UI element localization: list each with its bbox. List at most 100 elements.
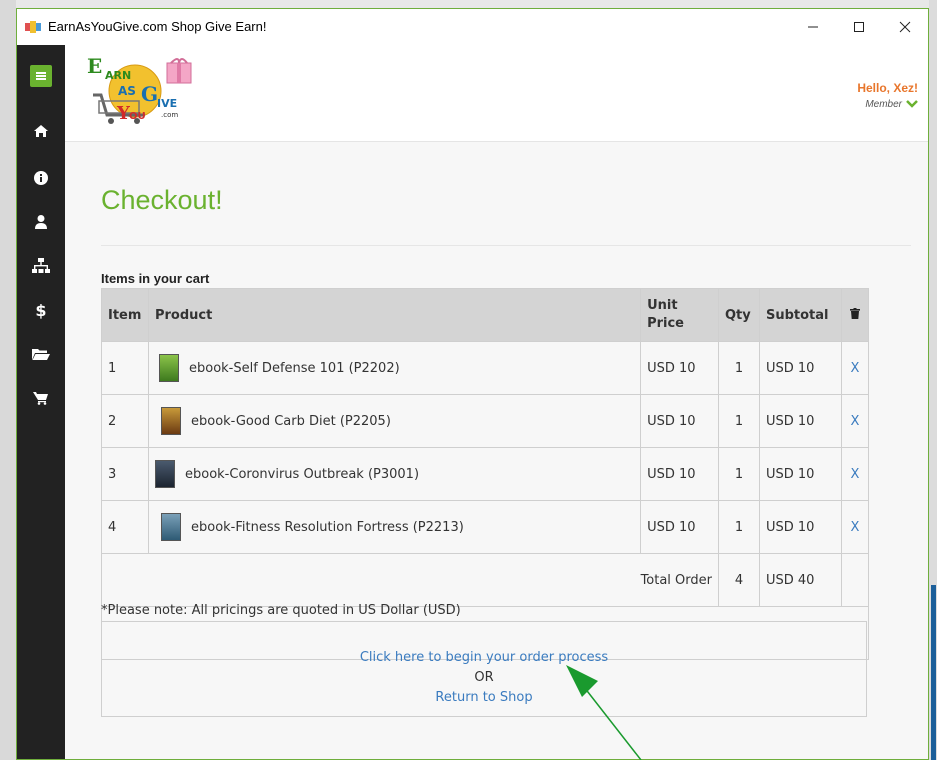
desktop-taskbar-edge xyxy=(931,585,936,760)
sidebar: $ xyxy=(17,45,65,759)
desktop-edge xyxy=(929,0,937,760)
unit-price: USD 10 xyxy=(640,500,719,554)
product-name[interactable]: ebook-Self Defense 101 (P2202) xyxy=(189,361,400,376)
product-cell: ebook-Fitness Resolution Fortress (P2213… xyxy=(147,500,642,554)
item-number: 1 xyxy=(101,341,149,395)
remove-item-button[interactable]: X xyxy=(840,341,870,395)
remove-item-button[interactable]: X xyxy=(840,447,870,501)
app-icon xyxy=(25,21,41,33)
table-row: 4 ebook-Fitness Resolution Fortress (P22… xyxy=(101,500,870,554)
table-header-row: Item Product Unit Price Qty Subtotal xyxy=(101,288,870,342)
browser-window: EarnAsYouGive.com Shop Give Earn! $ E AR… xyxy=(16,8,929,760)
page-title: Checkout! xyxy=(101,185,223,215)
column-header-subtotal: Subtotal xyxy=(758,288,842,342)
unit-price: USD 10 xyxy=(640,394,719,448)
sitemap-icon xyxy=(32,258,50,273)
remove-item-button[interactable]: X xyxy=(840,500,870,554)
order-actions-box: Click here to begin your order process O… xyxy=(101,621,867,717)
total-empty-cell xyxy=(840,553,870,607)
svg-text:OU: OU xyxy=(129,111,146,122)
divider xyxy=(101,245,911,246)
total-label: Total Order xyxy=(101,553,719,607)
folder-icon xyxy=(32,349,50,360)
maximize-button[interactable] xyxy=(836,9,882,45)
subtotal: USD 10 xyxy=(758,447,842,501)
quantity: 1 xyxy=(718,394,760,448)
menu-toggle-button[interactable] xyxy=(30,65,52,87)
svg-text:AS: AS xyxy=(118,84,136,98)
product-cell: ebook-Self Defense 101 (P2202) xyxy=(147,341,642,395)
sidebar-item-earnings[interactable]: $ xyxy=(31,300,51,320)
svg-text:.com: .com xyxy=(161,111,178,119)
hamburger-icon xyxy=(36,72,46,80)
product-name[interactable]: ebook-Coronvirus Outbreak (P3001) xyxy=(185,467,419,482)
product-thumbnail[interactable] xyxy=(160,513,181,541)
subtotal: USD 10 xyxy=(758,500,842,554)
sidebar-item-shop[interactable] xyxy=(31,389,51,407)
main-content: Checkout! Items in your cart Item Produc… xyxy=(65,141,928,759)
total-amount: USD 40 xyxy=(758,553,842,607)
svg-text:IVE: IVE xyxy=(157,97,177,110)
or-separator: OR xyxy=(474,670,494,685)
product-thumbnail[interactable] xyxy=(154,460,175,488)
window-title: EarnAsYouGive.com Shop Give Earn! xyxy=(48,19,267,34)
begin-order-link[interactable]: Click here to begin your order process xyxy=(102,648,866,668)
product-cell: ebook-Good Carb Diet (P2205) xyxy=(147,394,642,448)
sidebar-item-network[interactable] xyxy=(31,257,51,275)
close-icon xyxy=(899,21,911,33)
home-icon xyxy=(34,125,48,137)
column-header-item: Item xyxy=(101,288,149,342)
column-header-qty: Qty xyxy=(718,288,760,342)
svg-text:E: E xyxy=(87,57,102,78)
item-number: 3 xyxy=(101,447,149,501)
quantity: 1 xyxy=(718,447,760,501)
sidebar-item-files[interactable] xyxy=(31,345,51,363)
dollar-icon: $ xyxy=(35,300,47,320)
unit-price-label-line1: Unit xyxy=(647,298,678,313)
column-header-unit-price: Unit Price xyxy=(640,288,719,342)
info-icon xyxy=(34,171,48,185)
user-role: Member xyxy=(865,99,902,110)
minimize-button[interactable] xyxy=(790,9,836,45)
subtotal: USD 10 xyxy=(758,341,842,395)
user-greeting[interactable]: Hello, Xez! xyxy=(857,81,918,95)
minimize-icon xyxy=(808,26,818,28)
subtotal: USD 10 xyxy=(758,394,842,448)
sidebar-item-info[interactable] xyxy=(31,169,51,187)
total-quantity: 4 xyxy=(718,553,760,607)
product-name[interactable]: ebook-Fitness Resolution Fortress (P2213… xyxy=(191,520,464,535)
quantity: 1 xyxy=(718,500,760,554)
item-number: 2 xyxy=(101,394,149,448)
product-thumbnail[interactable] xyxy=(158,354,179,382)
product-thumbnail[interactable] xyxy=(160,407,181,435)
unit-price: USD 10 xyxy=(640,447,719,501)
sidebar-item-home[interactable] xyxy=(31,122,51,140)
site-header: E ARN AS G IVE Y OU .com Hello, Xez! Mem… xyxy=(65,45,928,142)
product-name[interactable]: ebook-Good Carb Diet (P2205) xyxy=(191,414,391,429)
pricing-note: *Please note: All pricings are quoted in… xyxy=(101,603,461,618)
user-icon xyxy=(35,215,47,229)
table-row: 2 ebook-Good Carb Diet (P2205) USD 10 1 … xyxy=(101,394,870,448)
svg-text:ARN: ARN xyxy=(105,69,131,82)
unit-price-label-line2: Price xyxy=(647,316,684,331)
svg-text:G: G xyxy=(141,82,158,106)
cart-heading: Items in your cart xyxy=(101,271,210,286)
cart-icon xyxy=(33,392,48,405)
product-cell: ebook-Coronvirus Outbreak (P3001) xyxy=(147,447,642,501)
maximize-icon xyxy=(854,22,864,32)
remove-item-button[interactable]: X xyxy=(840,394,870,448)
item-number: 4 xyxy=(101,500,149,554)
site-logo[interactable]: E ARN AS G IVE Y OU .com xyxy=(85,57,197,127)
desktop-background xyxy=(0,0,16,760)
quantity: 1 xyxy=(718,341,760,395)
table-row: 3 ebook-Coronvirus Outbreak (P3001) USD … xyxy=(101,447,870,501)
unit-price: USD 10 xyxy=(640,341,719,395)
sidebar-item-profile[interactable] xyxy=(31,213,51,231)
column-header-product: Product xyxy=(147,288,642,342)
column-header-remove xyxy=(840,288,870,342)
total-row: Total Order 4 USD 40 xyxy=(101,553,870,607)
close-button[interactable] xyxy=(882,9,928,45)
return-to-shop-link[interactable]: Return to Shop xyxy=(102,688,866,708)
chevron-down-icon[interactable] xyxy=(906,100,918,108)
window-titlebar[interactable]: EarnAsYouGive.com Shop Give Earn! xyxy=(17,9,928,45)
